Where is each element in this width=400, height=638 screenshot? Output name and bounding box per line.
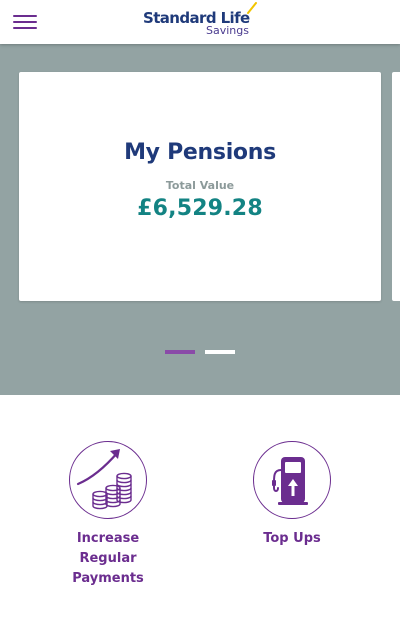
top-ups-label: Top Ups <box>263 531 321 546</box>
next-card-peek[interactable] <box>392 72 400 301</box>
menu-bar <box>13 15 37 17</box>
fuel-pump-icon <box>253 441 331 519</box>
increase-regular-payments-label: Increase Regular Payments <box>72 531 144 586</box>
pension-carousel[interactable]: My Pensions Total Value £6,529.28 <box>0 44 400 395</box>
pagination-dot-1[interactable] <box>165 350 195 354</box>
logo-sub-text: Savings <box>206 24 249 37</box>
coins-growth-icon <box>69 441 147 519</box>
card-title: My Pensions <box>124 140 276 165</box>
menu-bar <box>13 27 37 29</box>
pension-summary-card[interactable]: My Pensions Total Value £6,529.28 <box>19 72 381 301</box>
total-value-label: Total Value <box>165 179 235 192</box>
top-ups-button[interactable]: Top Ups <box>232 441 352 549</box>
hamburger-menu-icon[interactable] <box>13 14 37 30</box>
pagination-dot-2[interactable] <box>205 350 235 354</box>
standard-life-logo: Standard Life Savings <box>143 2 261 40</box>
app-header: Standard Life Savings <box>0 0 400 44</box>
menu-bar <box>13 21 37 23</box>
increase-regular-payments-button[interactable]: Increase Regular Payments <box>48 441 168 589</box>
total-value-amount: £6,529.28 <box>137 196 263 221</box>
logo-tick-icon <box>247 2 257 14</box>
